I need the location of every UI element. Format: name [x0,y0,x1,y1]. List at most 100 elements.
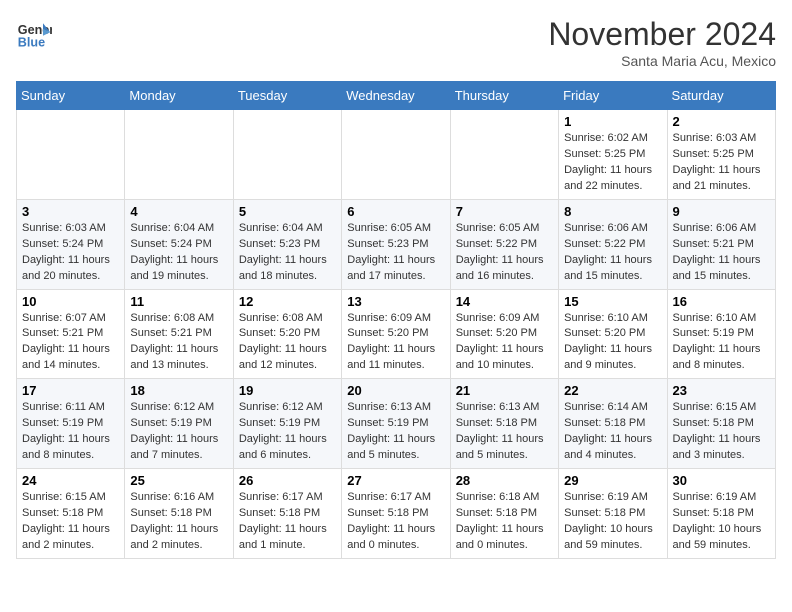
cell-info: Sunrise: 6:19 AMSunset: 5:18 PMDaylight:… [564,490,661,554]
calendar-cell: 28 Sunrise: 6:18 AMSunset: 5:18 PMDayligh… [450,469,558,559]
cell-info: Sunrise: 6:15 AMSunset: 5:18 PMDaylight:… [673,400,770,464]
calendar-cell: 12Sunrise: 6:08 AMSunset: 5:20 PMDayligh… [233,289,341,379]
day-number: 27 [347,473,444,488]
month-title: November 2024 [548,16,776,53]
day-number: 14 [456,294,553,309]
calendar-cell: 1 Sunrise: 6:02 AMSunset: 5:25 PMDaylight… [559,110,667,200]
title-block: November 2024 Santa Maria Acu, Mexico [548,16,776,69]
cell-info: Sunrise: 6:03 AMSunset: 5:24 PMDaylight:… [22,221,119,285]
calendar-cell: 2 Sunrise: 6:03 AMSunset: 5:25 PMDaylight… [667,110,775,200]
cell-info: Sunrise: 6:17 AMSunset: 5:18 PMDaylight:… [239,490,336,554]
calendar-cell: 27Sunrise: 6:17 AMSunset: 5:18 PMDayligh… [342,469,450,559]
day-number: 13 [347,294,444,309]
calendar-cell: 15 Sunrise: 6:10 AMSunset: 5:20 PMDayligh… [559,289,667,379]
day-number: 16 [673,294,770,309]
weekday-header: Sunday [17,82,125,110]
calendar-cell: 10Sunrise: 6:07 AMSunset: 5:21 PMDayligh… [17,289,125,379]
weekday-header: Saturday [667,82,775,110]
calendar-cell: 30Sunrise: 6:19 AMSunset: 5:18 PMDayligh… [667,469,775,559]
calendar-week-row: 1 Sunrise: 6:02 AMSunset: 5:25 PMDaylight… [17,110,776,200]
day-number: 24 [22,473,119,488]
calendar-cell: 11 Sunrise: 6:08 AMSunset: 5:21 PMDayligh… [125,289,233,379]
calendar-cell: 23 Sunrise: 6:15 AMSunset: 5:18 PMDayligh… [667,379,775,469]
calendar-cell [342,110,450,200]
day-number: 3 [22,204,119,219]
calendar-cell: 17Sunrise: 6:11 AMSunset: 5:19 PMDayligh… [17,379,125,469]
day-number: 7 [456,204,553,219]
cell-info: Sunrise: 6:11 AMSunset: 5:19 PMDaylight:… [22,400,119,464]
day-number: 21 [456,383,553,398]
calendar-week-row: 3 Sunrise: 6:03 AMSunset: 5:24 PMDaylight… [17,199,776,289]
weekday-header: Tuesday [233,82,341,110]
day-number: 26 [239,473,336,488]
calendar-cell: 26 Sunrise: 6:17 AMSunset: 5:18 PMDayligh… [233,469,341,559]
cell-info: Sunrise: 6:10 AMSunset: 5:20 PMDaylight:… [564,311,661,375]
logo-icon: General Blue [16,16,52,52]
day-number: 9 [673,204,770,219]
weekday-header: Wednesday [342,82,450,110]
cell-info: Sunrise: 6:02 AMSunset: 5:25 PMDaylight:… [564,131,661,195]
day-number: 6 [347,204,444,219]
calendar-cell: 8 Sunrise: 6:06 AMSunset: 5:22 PMDaylight… [559,199,667,289]
day-number: 15 [564,294,661,309]
cell-info: Sunrise: 6:08 AMSunset: 5:21 PMDaylight:… [130,311,227,375]
logo: General Blue [16,16,52,52]
calendar-cell: 6 Sunrise: 6:05 AMSunset: 5:23 PMDaylight… [342,199,450,289]
cell-info: Sunrise: 6:12 AMSunset: 5:19 PMDaylight:… [130,400,227,464]
day-number: 23 [673,383,770,398]
location: Santa Maria Acu, Mexico [548,53,776,69]
cell-info: Sunrise: 6:06 AMSunset: 5:22 PMDaylight:… [564,221,661,285]
calendar-cell: 13 Sunrise: 6:09 AMSunset: 5:20 PMDayligh… [342,289,450,379]
calendar-cell [125,110,233,200]
calendar-cell: 24 Sunrise: 6:15 AMSunset: 5:18 PMDayligh… [17,469,125,559]
calendar-table: SundayMondayTuesdayWednesdayThursdayFrid… [16,81,776,559]
calendar-cell: 21 Sunrise: 6:13 AMSunset: 5:18 PMDayligh… [450,379,558,469]
calendar-cell: 22Sunrise: 6:14 AMSunset: 5:18 PMDayligh… [559,379,667,469]
day-number: 28 [456,473,553,488]
calendar-cell: 3 Sunrise: 6:03 AMSunset: 5:24 PMDaylight… [17,199,125,289]
cell-info: Sunrise: 6:04 AMSunset: 5:24 PMDaylight:… [130,221,227,285]
weekday-header: Monday [125,82,233,110]
cell-info: Sunrise: 6:05 AMSunset: 5:22 PMDaylight:… [456,221,553,285]
day-number: 8 [564,204,661,219]
cell-info: Sunrise: 6:18 AMSunset: 5:18 PMDaylight:… [456,490,553,554]
calendar-cell: 19Sunrise: 6:12 AMSunset: 5:19 PMDayligh… [233,379,341,469]
calendar-cell: 7 Sunrise: 6:05 AMSunset: 5:22 PMDaylight… [450,199,558,289]
calendar-cell: 14 Sunrise: 6:09 AMSunset: 5:20 PMDayligh… [450,289,558,379]
calendar-week-row: 17Sunrise: 6:11 AMSunset: 5:19 PMDayligh… [17,379,776,469]
day-number: 2 [673,114,770,129]
day-number: 1 [564,114,661,129]
weekday-header: Thursday [450,82,558,110]
cell-info: Sunrise: 6:09 AMSunset: 5:20 PMDaylight:… [347,311,444,375]
cell-info: Sunrise: 6:09 AMSunset: 5:20 PMDaylight:… [456,311,553,375]
cell-info: Sunrise: 6:16 AMSunset: 5:18 PMDaylight:… [130,490,227,554]
calendar-cell [233,110,341,200]
day-number: 18 [130,383,227,398]
calendar-cell: 4Sunrise: 6:04 AMSunset: 5:24 PMDaylight… [125,199,233,289]
svg-text:Blue: Blue [18,36,45,50]
weekday-header: Friday [559,82,667,110]
day-number: 20 [347,383,444,398]
day-number: 25 [130,473,227,488]
weekday-header-row: SundayMondayTuesdayWednesdayThursdayFrid… [17,82,776,110]
cell-info: Sunrise: 6:12 AMSunset: 5:19 PMDaylight:… [239,400,336,464]
cell-info: Sunrise: 6:19 AMSunset: 5:18 PMDaylight:… [673,490,770,554]
day-number: 11 [130,294,227,309]
cell-info: Sunrise: 6:15 AMSunset: 5:18 PMDaylight:… [22,490,119,554]
calendar-week-row: 10Sunrise: 6:07 AMSunset: 5:21 PMDayligh… [17,289,776,379]
calendar-cell: 18 Sunrise: 6:12 AMSunset: 5:19 PMDayligh… [125,379,233,469]
day-number: 22 [564,383,661,398]
calendar-cell: 29Sunrise: 6:19 AMSunset: 5:18 PMDayligh… [559,469,667,559]
cell-info: Sunrise: 6:05 AMSunset: 5:23 PMDaylight:… [347,221,444,285]
calendar-cell: 25 Sunrise: 6:16 AMSunset: 5:18 PMDayligh… [125,469,233,559]
cell-info: Sunrise: 6:04 AMSunset: 5:23 PMDaylight:… [239,221,336,285]
day-number: 10 [22,294,119,309]
cell-info: Sunrise: 6:03 AMSunset: 5:25 PMDaylight:… [673,131,770,195]
day-number: 5 [239,204,336,219]
cell-info: Sunrise: 6:13 AMSunset: 5:18 PMDaylight:… [456,400,553,464]
cell-info: Sunrise: 6:06 AMSunset: 5:21 PMDaylight:… [673,221,770,285]
calendar-week-row: 24 Sunrise: 6:15 AMSunset: 5:18 PMDayligh… [17,469,776,559]
calendar-cell [450,110,558,200]
calendar-cell [17,110,125,200]
calendar-cell: 9 Sunrise: 6:06 AMSunset: 5:21 PMDaylight… [667,199,775,289]
